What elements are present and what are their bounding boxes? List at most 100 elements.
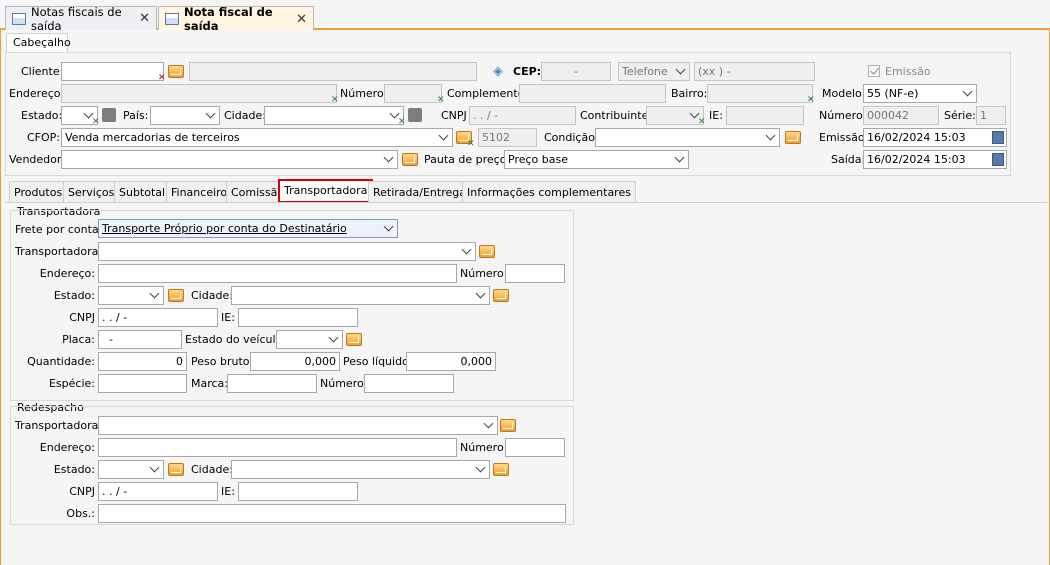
- calendar-icon[interactable]: [992, 131, 1004, 144]
- document-icon: [12, 12, 26, 25]
- subtab-transportadora[interactable]: Transportadora: [278, 179, 374, 203]
- cfop-select[interactable]: Venda mercadorias de terceiros: [61, 128, 453, 147]
- redesp-ie-label: IE:: [221, 485, 235, 498]
- corner-icon: ✕: [437, 95, 445, 105]
- subtab-produtos[interactable]: Produtos: [9, 181, 68, 203]
- frete-label: Frete por conta:: [15, 223, 103, 236]
- redesp-endereco-label: Endereço:: [39, 441, 95, 454]
- main-panel: Cabeçalho Cliente: ✕ ◈ CEP: - Telefone (…: [0, 30, 1050, 565]
- transp-endereco-input[interactable]: [98, 264, 457, 283]
- cliente-name-field: [189, 62, 477, 81]
- transp-numero-input[interactable]: [505, 264, 565, 283]
- redesp-numero-input[interactable]: [505, 438, 565, 457]
- satellite-icon[interactable]: ◈: [493, 64, 509, 79]
- section-tab-cabecalho[interactable]: Cabeçalho: [6, 33, 71, 53]
- transp-ie-input[interactable]: [238, 308, 358, 327]
- endereco-input: [61, 84, 337, 103]
- obs-input[interactable]: [98, 504, 566, 523]
- search-estado-veiculo-icon[interactable]: [346, 333, 362, 346]
- search-condicao-icon[interactable]: [785, 131, 801, 144]
- cidade-label: Cidade:: [224, 109, 266, 122]
- search-redesp-estado-icon[interactable]: [168, 463, 184, 476]
- cidade-select[interactable]: [264, 106, 404, 125]
- subtab-informacoes-complementares[interactable]: Informações complementares: [462, 181, 636, 203]
- transp-numero-label: Número:: [460, 267, 508, 280]
- transportadora-group: [10, 210, 574, 401]
- transp-estado-label: Estado:: [53, 289, 95, 302]
- condicao-select[interactable]: [595, 128, 780, 147]
- estado-veiculo-select[interactable]: [276, 330, 343, 349]
- redesp-cidade-select[interactable]: [231, 460, 490, 479]
- telefone-select[interactable]: Telefone: [618, 62, 690, 81]
- close-icon[interactable]: ✕: [139, 11, 150, 26]
- peso-liquido-input[interactable]: 0,000: [406, 352, 496, 371]
- redesp-estado-select[interactable]: [98, 460, 164, 479]
- frete-select[interactable]: Transporte Próprio por conta do Destinat…: [98, 219, 398, 238]
- telefone-input[interactable]: (xx ) -: [694, 62, 815, 81]
- search-cidade-icon[interactable]: [408, 108, 422, 122]
- subtab-financeiro[interactable]: Financeiro: [166, 181, 233, 203]
- transp-cidade-label: Cidade:: [191, 289, 233, 302]
- estado-label: Estado:: [21, 109, 63, 122]
- redesp-cnpj-label: CNPJ: [69, 485, 95, 498]
- especie-input[interactable]: [98, 374, 187, 393]
- document-tab-bar: Notas fiscais de saída ✕ Nota fiscal de …: [0, 0, 1050, 33]
- subtab-subtotal[interactable]: Subtotal: [114, 181, 171, 203]
- cliente-input[interactable]: [61, 62, 164, 81]
- subtab-servicos[interactable]: Serviços: [63, 181, 120, 203]
- close-icon[interactable]: ✕: [296, 12, 307, 27]
- corner-icon: ✕: [698, 117, 706, 127]
- calendar-icon[interactable]: [992, 153, 1004, 166]
- condicao-label: Condição:: [544, 131, 599, 144]
- emissao-checkbox[interactable]: [868, 65, 880, 77]
- pais-select[interactable]: [150, 106, 220, 125]
- corner-icon: ✕: [398, 117, 406, 127]
- peso-bruto-label: Peso bruto:: [191, 355, 254, 368]
- redesp-endereco-input[interactable]: [98, 438, 457, 457]
- redesp-transportadora-select[interactable]: [98, 416, 498, 435]
- document-icon: [165, 13, 179, 25]
- especie-label: Espécie:: [48, 377, 95, 390]
- endereco-label: Endereço:: [9, 87, 65, 100]
- search-redesp-cidade-icon[interactable]: [493, 463, 509, 476]
- marca-input[interactable]: [227, 374, 317, 393]
- cnpj-label: CNPJ: [441, 109, 467, 122]
- tab-divider: [5, 202, 1047, 203]
- obs-label: Obs.:: [66, 507, 95, 520]
- peso-bruto-input[interactable]: 0,000: [250, 352, 340, 371]
- search-redesp-transportadora-icon[interactable]: [500, 419, 516, 432]
- transp-cidade-select[interactable]: [231, 286, 490, 305]
- search-cliente-icon[interactable]: [168, 65, 184, 78]
- contribuinte-label: Contribuinte:: [580, 109, 653, 122]
- search-transportadora-icon[interactable]: [479, 245, 495, 258]
- redesp-cidade-label: Cidade:: [191, 463, 233, 476]
- cep-input[interactable]: -: [541, 62, 611, 81]
- numero-label: Número:: [340, 87, 388, 100]
- vendedor-select[interactable]: [61, 150, 398, 169]
- tab-notas-fiscais-de-saida[interactable]: Notas fiscais de saída ✕: [5, 5, 157, 33]
- vendedor-label: Vendedor:: [9, 153, 65, 166]
- quantidade-input[interactable]: 0: [98, 352, 187, 371]
- tab-nota-fiscal-de-saida[interactable]: Nota fiscal de saída ✕: [158, 5, 314, 33]
- saida-date-input[interactable]: 16/02/2024 15:03: [863, 150, 1007, 169]
- redesp-ie-input[interactable]: [238, 482, 358, 501]
- search-vendedor-icon[interactable]: [402, 153, 418, 166]
- numero-nf-input: 000042: [863, 106, 939, 125]
- pauta-select[interactable]: Preço base: [504, 150, 689, 169]
- search-transp-cidade-icon[interactable]: [493, 289, 509, 302]
- transp-cnpj-input[interactable]: . . / -: [98, 308, 218, 327]
- search-estado-icon[interactable]: [102, 108, 116, 122]
- modelo-select[interactable]: 55 (NF-e): [863, 84, 977, 103]
- redesp-cnpj-input[interactable]: . . / -: [98, 482, 218, 501]
- placa-input[interactable]: -: [98, 330, 182, 349]
- transp-numero2-input[interactable]: [364, 374, 454, 393]
- pais-label: País:: [123, 109, 149, 122]
- clear-icon[interactable]: ✕: [158, 74, 166, 83]
- transp-estado-select[interactable]: [98, 286, 164, 305]
- cfop-label: CFOP:: [27, 131, 61, 144]
- search-transp-estado-icon[interactable]: [168, 289, 184, 302]
- numero-input: [384, 84, 442, 103]
- emissao-date-input[interactable]: 16/02/2024 15:03: [863, 128, 1007, 147]
- transportadora-select[interactable]: [98, 242, 476, 261]
- subtab-retirada-entrega[interactable]: Retirada/Entrega: [368, 181, 471, 203]
